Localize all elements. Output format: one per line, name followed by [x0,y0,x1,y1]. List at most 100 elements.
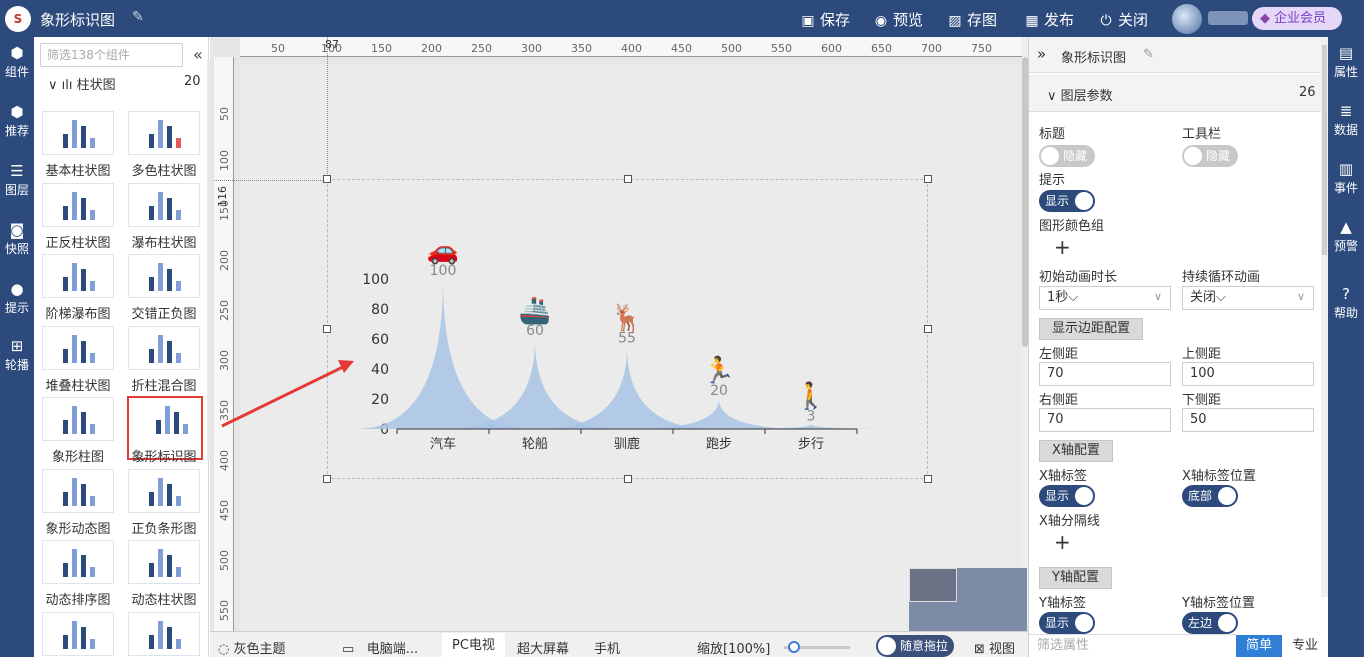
loop-anim-select[interactable]: 关闭 ∨ [1182,286,1314,310]
expand-panel-icon[interactable]: » [1037,45,1046,63]
component-tile[interactable] [128,611,200,656]
toolbar-toggle[interactable]: 隐藏 [1182,145,1238,167]
resize-handle[interactable] [924,325,932,333]
component-tile[interactable] [42,468,114,513]
resize-handle[interactable] [924,475,932,483]
nav-components[interactable]: ⬢ 组件 [0,43,34,80]
component-tile[interactable] [42,111,114,155]
resize-handle[interactable] [323,175,331,183]
left-margin-input[interactable]: 70 [1039,362,1171,386]
nav-snapshot[interactable]: ◙ 快照 [0,220,34,257]
component-tile[interactable] [128,182,200,227]
free-drag-toggle[interactable]: 随意拖拉 [876,635,954,657]
title-toggle[interactable]: 隐藏 [1039,145,1095,167]
component-tile[interactable] [42,397,114,441]
camera-icon: ◙ [9,221,25,239]
simple-mode-button[interactable]: 简单 [1236,635,1282,657]
close-button[interactable]: ⏻ 关闭 [1098,9,1148,30]
top-margin-input[interactable]: 100 [1182,362,1314,386]
resize-handle[interactable] [623,475,632,483]
nav-properties[interactable]: ▤ 属性 [1328,43,1364,80]
ruler-tick-label: 450 [671,42,692,55]
tab-pc-tv[interactable]: PC电视 [442,633,505,657]
component-tile-label: 折柱混合图 [131,378,197,394]
pro-mode-button[interactable]: 专业 [1282,635,1328,657]
thumbnail-bar [149,134,154,148]
component-tile[interactable] [42,325,114,370]
x-label-position-label: X轴标签位置 [1182,469,1256,484]
view-button[interactable]: ⊠ 视图 [974,638,1015,657]
component-tile-label: 交错正负图 [131,307,197,322]
y-label-toggle[interactable]: 显示 [1039,612,1095,634]
thumbnail-bar [63,420,68,434]
nav-help[interactable]: ? 帮助 [1328,284,1364,321]
publish-button[interactable]: ▦ 发布 [1024,9,1074,30]
component-tile[interactable] [128,468,200,513]
minimap-viewport[interactable] [909,568,957,602]
component-tile[interactable] [42,182,114,227]
tab-big-screen[interactable]: 超大屏幕 [517,638,569,657]
vip-badge[interactable]: ◆ 企业会员 [1252,7,1342,30]
component-thumbnail [63,620,95,649]
x-tick-label: 跑步 [706,437,732,452]
preview-button[interactable]: ◉ 预览 [873,9,923,30]
y-tick-label: 80 [371,302,389,318]
component-thumbnail [149,620,181,649]
component-tile[interactable] [128,111,200,155]
tab-mobile[interactable]: 手机 [594,638,620,657]
nav-tip[interactable]: ● 提示 [0,279,34,316]
minimap[interactable] [909,568,1027,631]
layer-params-header[interactable]: ∨ 图层参数 26 [1029,74,1328,112]
pictorial-chart[interactable]: 020406080100汽车 轮船 驯鹿 跑步 步行100🚗60🚢55🦌20🏃3🚶 [327,179,928,479]
zoom-slider-handle[interactable] [788,641,800,653]
component-thumbnail [149,120,181,148]
component-tile[interactable] [42,254,114,298]
component-tile[interactable] [128,325,200,370]
avatar[interactable] [1172,4,1202,34]
x-label-position-toggle[interactable]: 底部 [1182,485,1238,507]
nav-alarm[interactable]: ▲ 预警 [1328,217,1364,254]
resize-handle[interactable] [623,175,632,183]
nav-recommend[interactable]: ⬢ 推荐 [0,102,34,139]
y-label-position-toggle[interactable]: 左边 [1182,612,1238,634]
add-split-line-icon[interactable]: + [1054,530,1071,554]
nav-layers[interactable]: ☰ 图层 [0,161,34,198]
anim-duration-select[interactable]: 1秒 ∨ [1039,286,1171,310]
x-tick-label: 驯鹿 [614,436,640,452]
bottom-margin-input[interactable]: 50 [1182,408,1314,432]
x-label-toggle[interactable]: 显示 [1039,485,1095,507]
component-tile[interactable] [128,254,200,298]
y-axis-config-button[interactable]: Y轴配置 [1039,567,1112,589]
x-axis-config-button[interactable]: X轴配置 [1039,440,1113,462]
thumbnail-bar [167,126,172,148]
tab-desktop[interactable]: ▭ 电脑端... [342,638,418,657]
property-search-input[interactable]: 筛选属性 [1029,634,1236,657]
component-tile[interactable] [128,540,200,584]
thumbnail-bar [176,638,181,649]
nav-events[interactable]: ▥ 事件 [1328,159,1364,196]
save-image-button[interactable]: ▨ 存图 [947,9,997,30]
component-tile[interactable] [42,611,114,656]
edit-title-icon[interactable]: ✎ [132,9,144,25]
component-search-input[interactable]: 筛选138个组件 [40,43,183,67]
resize-handle[interactable] [323,475,331,483]
component-tile[interactable] [42,540,114,584]
resize-handle[interactable] [323,325,331,333]
ship-icon: 🚢 [519,296,551,326]
margin-config-button[interactable]: 显示边距配置 [1039,318,1144,340]
nav-carousel[interactable]: ⊞ 轮播 [0,336,34,373]
save-button[interactable]: ▣ 保存 [800,9,850,30]
thumbnail-bar [72,477,77,506]
collapse-panel-icon[interactable]: « [193,45,203,64]
monitor-icon: ▭ [342,642,355,657]
theme-button[interactable]: ◌ 灰色主题 [218,638,286,657]
nav-data[interactable]: ≣ 数据 [1328,101,1364,138]
property-scrollbar[interactable] [1321,37,1328,597]
y-tick-label: 60 [371,332,389,348]
edit-name-icon[interactable]: ✎ [1143,47,1154,62]
add-color-icon[interactable]: + [1054,235,1071,259]
resize-handle[interactable] [924,175,932,183]
user-name-redacted[interactable] [1208,11,1248,25]
tip-toggle[interactable]: 显示 [1039,190,1095,212]
right-margin-input[interactable]: 70 [1039,408,1171,432]
